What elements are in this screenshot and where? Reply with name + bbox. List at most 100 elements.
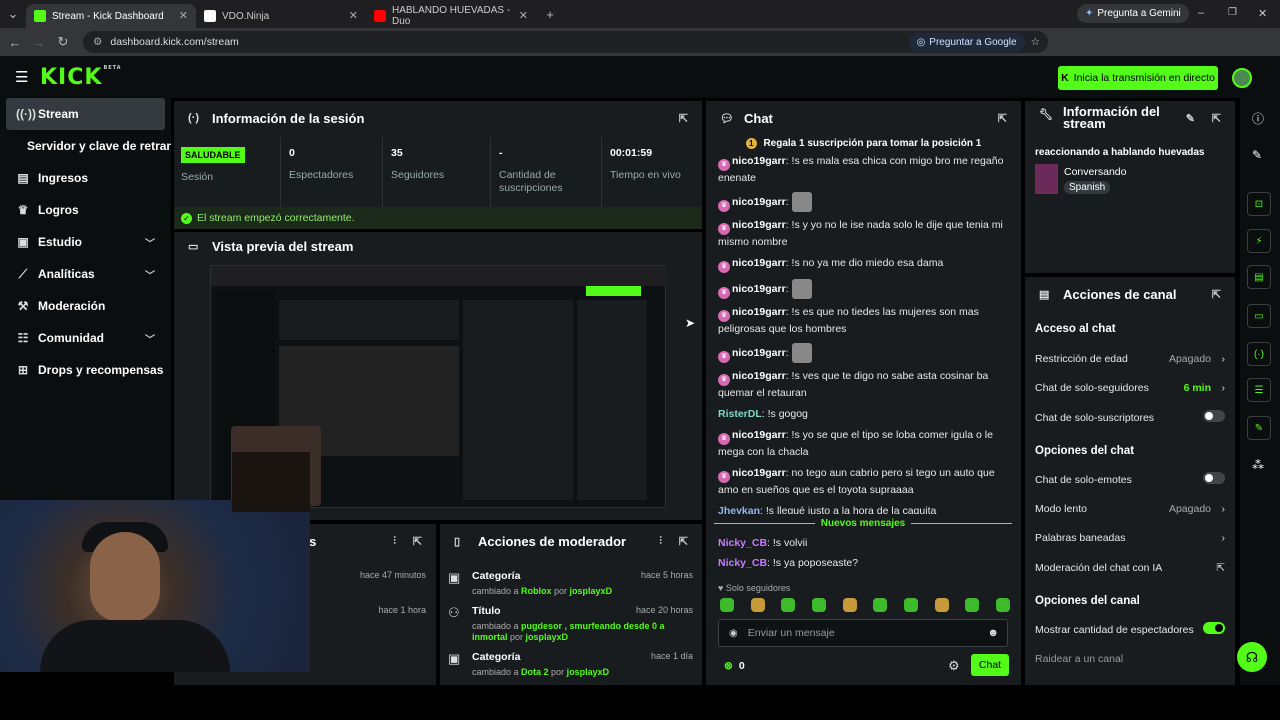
detail-user[interactable]: josplayxD bbox=[526, 632, 569, 642]
kick-logo[interactable]: KICKBETA bbox=[40, 65, 122, 90]
detail-user[interactable]: josplayxD bbox=[570, 586, 613, 596]
url-field[interactable]: ⚙ dashboard.kick.com/stream ◎ Preguntar … bbox=[83, 31, 1048, 53]
filter-icon[interactable]: ⫶ bbox=[659, 535, 662, 548]
chat-settings-gear-icon[interactable]: ⚙ bbox=[948, 658, 960, 674]
chat-username[interactable]: Nicky_CB bbox=[718, 557, 767, 569]
forward-icon[interactable]: → bbox=[27, 35, 51, 50]
bookmark-star-icon[interactable]: ☆ bbox=[1031, 36, 1040, 48]
webcam-face bbox=[90, 532, 160, 622]
site-info-icon[interactable]: ⚙ bbox=[93, 36, 102, 48]
age-restriction-row[interactable]: Restricción de edad Apagado › bbox=[1035, 353, 1225, 365]
sidebar-item-ingresos[interactable]: ▤ Ingresos bbox=[0, 162, 171, 194]
popout-icon[interactable]: ⇱ bbox=[1212, 112, 1221, 125]
chat-username[interactable]: Nicky_CB bbox=[718, 537, 767, 549]
subs-only-toggle[interactable] bbox=[1203, 410, 1225, 422]
list-icon[interactable]: ☰ bbox=[1247, 378, 1271, 402]
sidebar-item-logros[interactable]: ♛ Logros bbox=[0, 194, 171, 226]
chat-username[interactable]: nico19garr bbox=[732, 219, 786, 231]
tab-search-icon[interactable]: ⌄ bbox=[0, 6, 26, 22]
ai-moderation-row[interactable]: Moderación del chat con IA ⇱ bbox=[1035, 562, 1225, 574]
chat-username[interactable]: nico19garr bbox=[732, 429, 786, 441]
back-icon[interactable]: ← bbox=[3, 35, 27, 50]
mod-action-item: ⚇ Título cambiado a pugdesor , smurfeand… bbox=[448, 605, 693, 643]
edit-icon[interactable]: ✎ bbox=[1252, 148, 1262, 162]
chat-username[interactable]: nico19garr bbox=[732, 257, 786, 269]
gemini-button[interactable]: ✦ Pregunta a Gemini bbox=[1077, 4, 1189, 23]
emote-icon[interactable] bbox=[934, 598, 949, 612]
popout-icon[interactable]: ⇱ bbox=[413, 535, 422, 548]
emote-icon[interactable] bbox=[750, 598, 765, 612]
chat-icon[interactable]: ▭ bbox=[1247, 304, 1271, 328]
emotes-only-toggle[interactable] bbox=[1203, 472, 1225, 484]
emote-icon[interactable] bbox=[720, 598, 734, 612]
chat-username[interactable]: nico19garr bbox=[732, 370, 786, 382]
chat-username[interactable]: RisterDL bbox=[718, 408, 762, 420]
slow-mode-row[interactable]: Modo lento Apagado › bbox=[1035, 503, 1225, 515]
info-icon[interactable]: ⓘ bbox=[1252, 110, 1264, 127]
mod-action-time: hace 20 horas bbox=[635, 605, 693, 615]
banned-words-row[interactable]: Palabras baneadas › bbox=[1035, 532, 1225, 544]
document-icon[interactable]: ▤ bbox=[1247, 265, 1271, 289]
sidebar-item-drops[interactable]: ⊞ Drops y recompensas bbox=[0, 354, 171, 386]
chat-username[interactable]: nico19garr bbox=[732, 155, 786, 167]
reload-icon[interactable]: ↻ bbox=[51, 34, 75, 50]
chat-username[interactable]: Jheykan bbox=[718, 505, 760, 514]
sidebar-item-server-key[interactable]: Servidor y clave de retransmisión bbox=[0, 130, 171, 162]
close-tab-icon[interactable]: ✕ bbox=[519, 9, 528, 22]
lightning-icon[interactable]: ⚡︎ bbox=[1247, 229, 1271, 253]
filter-icon[interactable]: ⫶ bbox=[393, 535, 396, 548]
popout-icon[interactable]: ⇱ bbox=[679, 112, 688, 125]
chat-username[interactable]: nico19garr bbox=[732, 306, 786, 318]
emote-icon[interactable] bbox=[903, 598, 918, 612]
raid-channel-row[interactable]: Raidear a un canal bbox=[1035, 653, 1225, 665]
pinned-gift-banner[interactable]: 1 Regala 1 suscripción para tomar la pos… bbox=[706, 138, 1021, 152]
emote-icon[interactable] bbox=[995, 598, 1010, 612]
emote-icon[interactable] bbox=[873, 598, 888, 612]
sidebar-item-moderacion[interactable]: ⚒ Moderación bbox=[0, 290, 171, 322]
popout-icon[interactable]: ⇱ bbox=[998, 112, 1007, 125]
popout-icon[interactable]: ⇱ bbox=[679, 535, 688, 548]
wrench-icon[interactable]: ✎ bbox=[1247, 416, 1271, 440]
sidebar-item-analiticas[interactable]: ⟋ Analíticas ﹀ bbox=[0, 258, 171, 290]
kick-points[interactable]: ⊗ 0 bbox=[724, 660, 745, 672]
add-widget-icon[interactable]: ⁂ bbox=[1252, 458, 1264, 472]
user-avatar[interactable] bbox=[1232, 68, 1252, 88]
ask-google-button[interactable]: ◎ Preguntar a Google bbox=[908, 32, 1025, 52]
sidebar-item-estudio[interactable]: ▣ Estudio ﹀ bbox=[0, 226, 171, 258]
popout-icon[interactable]: ⇱ bbox=[1212, 288, 1221, 301]
hamburger-menu-icon[interactable]: ☰ bbox=[15, 68, 28, 86]
support-headset-icon[interactable]: ☊ bbox=[1237, 642, 1267, 672]
maximize-icon[interactable]: ❐ bbox=[1228, 7, 1237, 18]
edit-pencil-icon[interactable]: ✎ bbox=[1186, 112, 1195, 125]
stat-value: 00:01:59 bbox=[610, 147, 653, 159]
chat-username[interactable]: nico19garr bbox=[732, 283, 786, 295]
minimize-icon[interactable]: – bbox=[1198, 7, 1204, 19]
followers-only-row[interactable]: Chat de solo-seguidores 6 min › bbox=[1035, 382, 1225, 394]
send-chat-button[interactable]: Chat bbox=[971, 654, 1009, 676]
go-live-button[interactable]: K Inicia la transmisión en directo bbox=[1058, 66, 1218, 90]
broadcast-icon[interactable]: (·) bbox=[1247, 342, 1271, 366]
emote-icon[interactable] bbox=[842, 598, 857, 612]
sidebar-item-label: Stream bbox=[38, 107, 79, 121]
browser-tab-youtube[interactable]: HABLANDO HUEVADAS - Duo ✕ bbox=[366, 4, 536, 28]
chat-username[interactable]: nico19garr bbox=[732, 196, 786, 208]
detail-user[interactable]: josplayxD bbox=[567, 667, 610, 677]
show-viewers-toggle[interactable] bbox=[1203, 622, 1225, 634]
browser-tab-kick[interactable]: Stream - Kick Dashboard ✕ bbox=[26, 4, 196, 28]
new-tab-icon[interactable]: + bbox=[538, 7, 562, 22]
emote-icon[interactable] bbox=[781, 598, 796, 612]
window-close-icon[interactable]: ✕ bbox=[1258, 7, 1267, 20]
emote-icon[interactable] bbox=[811, 598, 826, 612]
chat-input[interactable]: ◉ Enviar un mensaje ☻ bbox=[718, 619, 1008, 647]
sidebar-item-stream[interactable]: ((·)) Stream bbox=[6, 98, 165, 130]
close-tab-icon[interactable]: ✕ bbox=[179, 9, 188, 22]
emoji-picker-icon[interactable]: ☻ bbox=[987, 627, 999, 639]
chat-username[interactable]: nico19garr bbox=[732, 467, 786, 479]
document-icon: ▯ bbox=[454, 535, 461, 548]
sidebar-item-comunidad[interactable]: ☷ Comunidad ﹀ bbox=[0, 322, 171, 354]
chat-username[interactable]: nico19garr bbox=[732, 347, 786, 359]
screenshot-icon[interactable]: ⊡ bbox=[1247, 192, 1271, 216]
browser-tab-vdo[interactable]: VDO.Ninja ✕ bbox=[196, 4, 366, 28]
emote-icon[interactable] bbox=[965, 598, 980, 612]
close-tab-icon[interactable]: ✕ bbox=[349, 9, 358, 22]
